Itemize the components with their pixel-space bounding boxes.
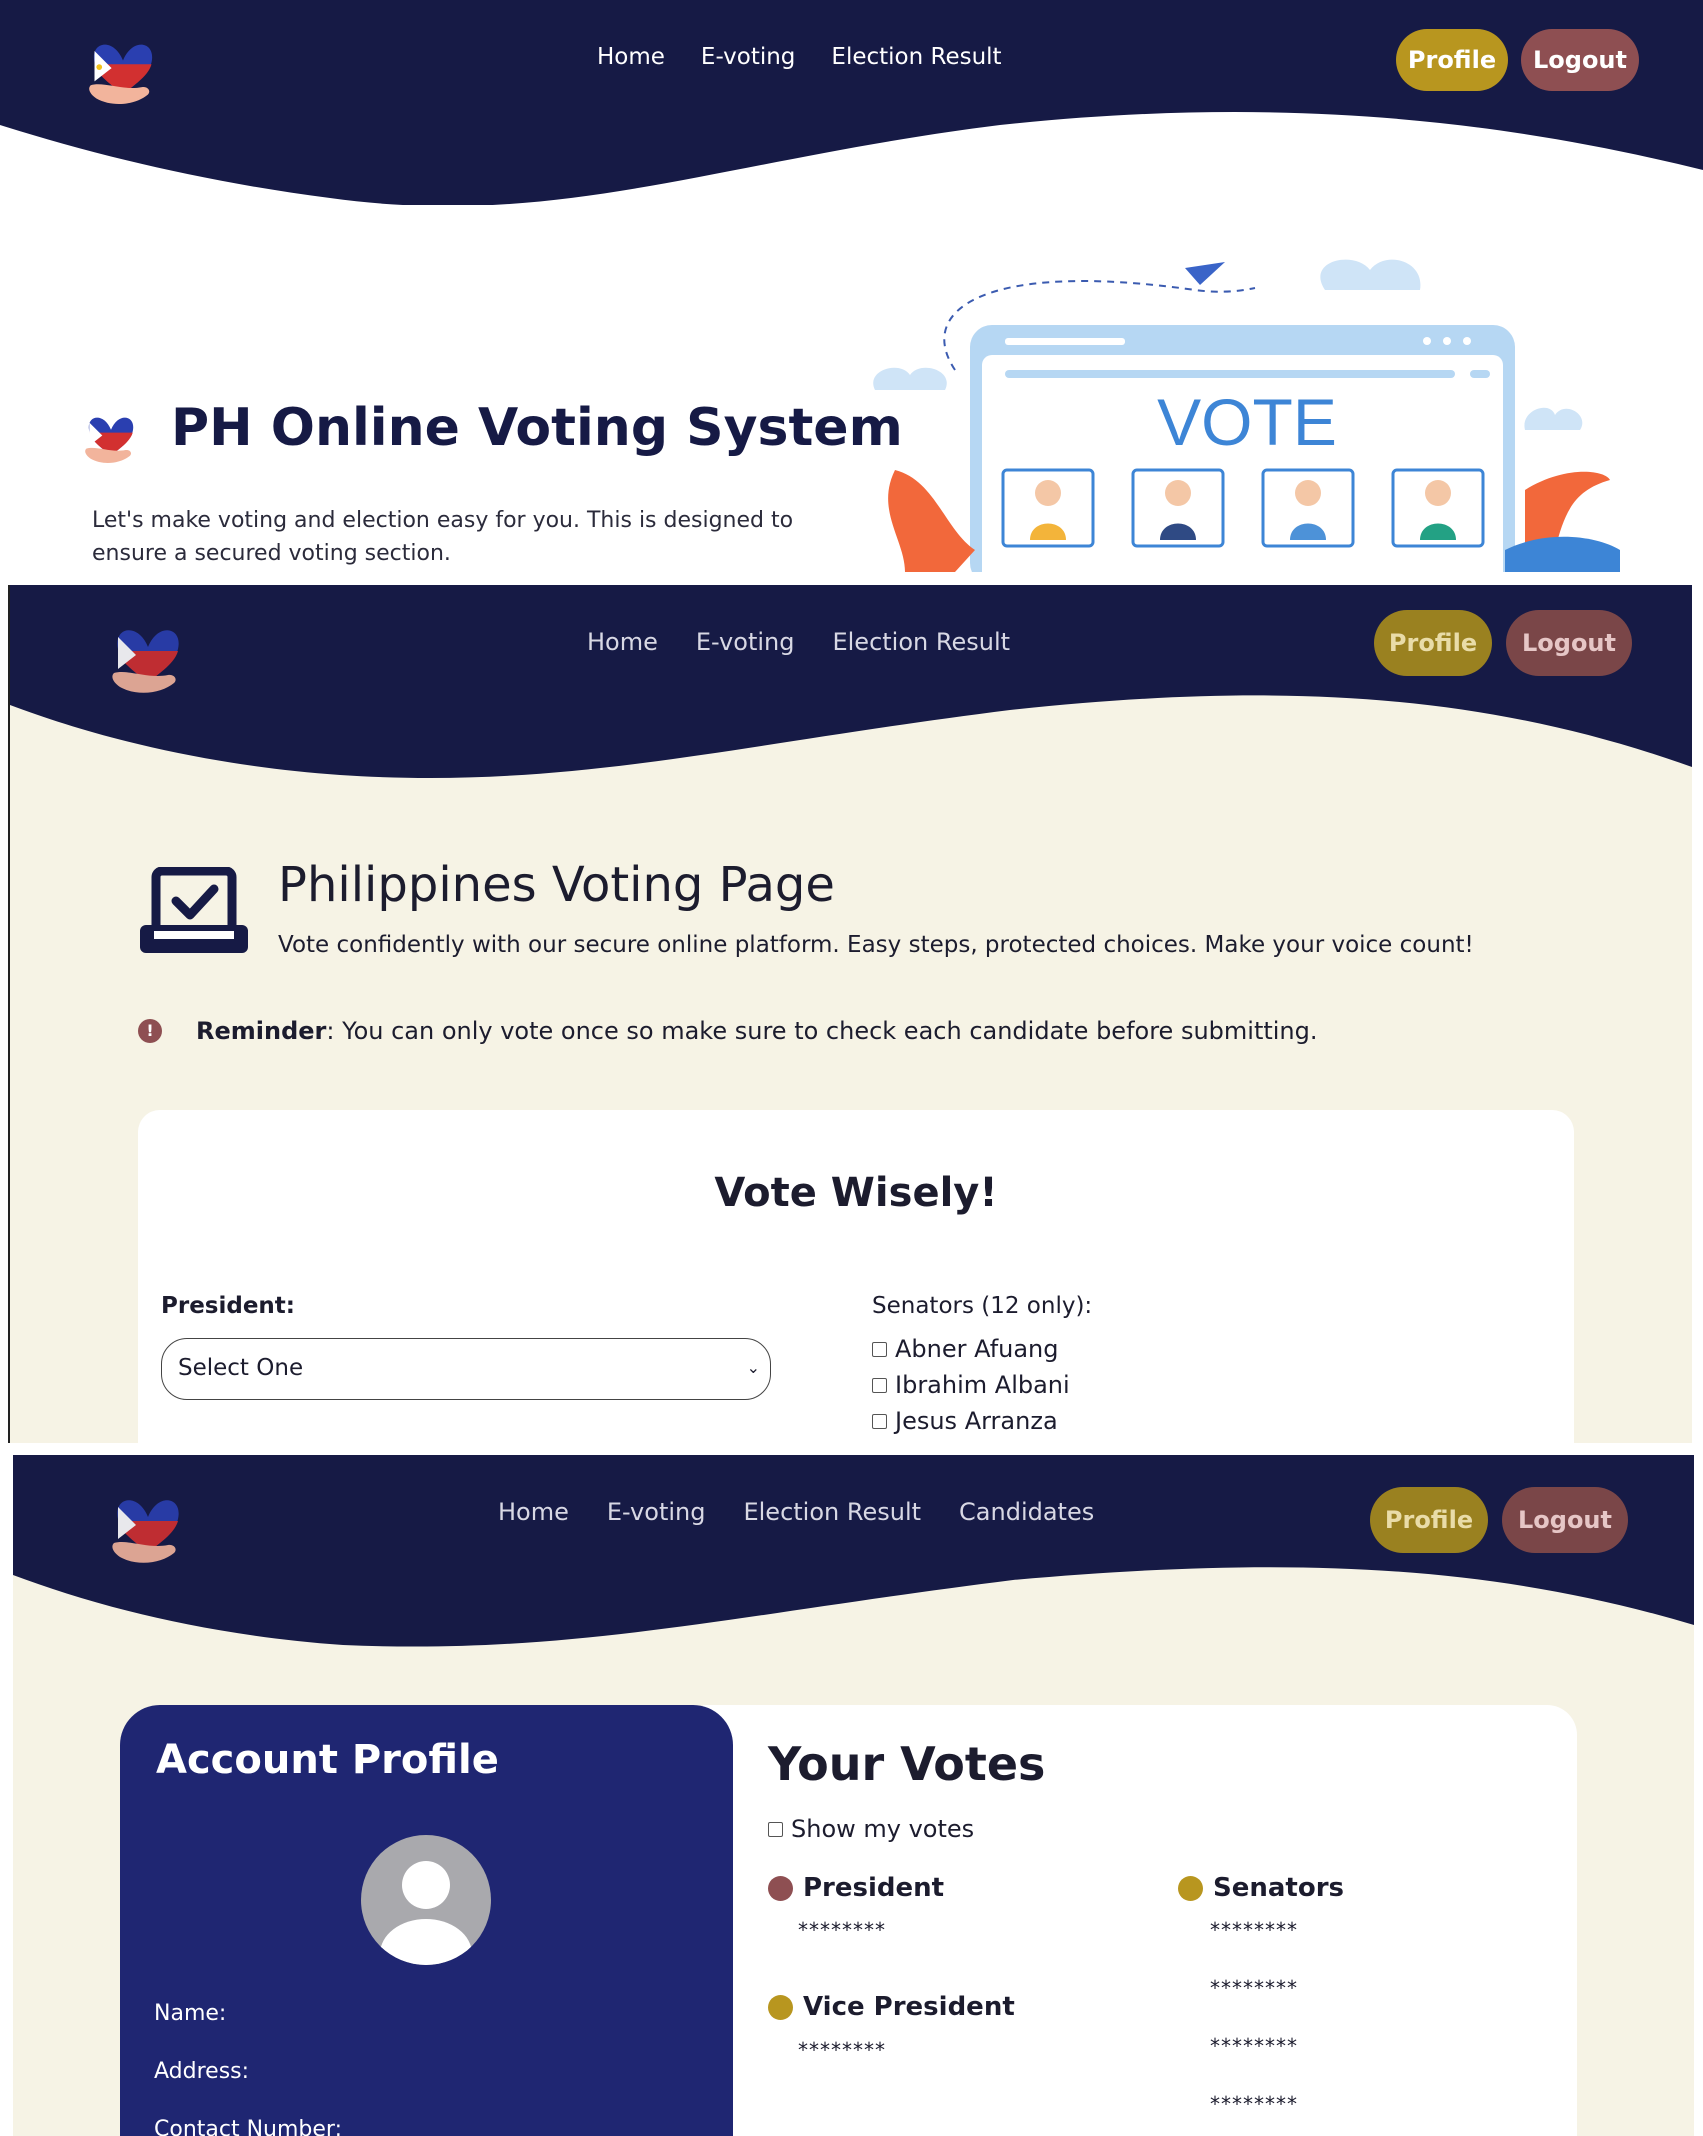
- status-dot: [1178, 1875, 1203, 1901]
- card-title: Vote Wisely!: [714, 1170, 998, 1216]
- nav-candidates[interactable]: Candidates: [959, 1498, 1094, 1526]
- account-title: Account Profile: [156, 1737, 499, 1783]
- screen-voting: Home E-voting Election Result Profile Lo…: [8, 585, 1692, 1443]
- logo-icon[interactable]: [85, 30, 161, 110]
- logo-icon[interactable]: [108, 1485, 188, 1569]
- page-subtitle: Vote confidently with our secure online …: [278, 932, 1474, 958]
- senators-label: Senators (12 only):: [872, 1293, 1093, 1319]
- vote-illustration: VOTE: [873, 259, 1620, 572]
- cloud-icon: [873, 367, 947, 390]
- nav-home[interactable]: Home: [587, 628, 658, 656]
- logout-button[interactable]: Logout: [1506, 610, 1632, 676]
- vote-text: VOTE: [1157, 385, 1337, 459]
- nav-e-voting[interactable]: E-voting: [607, 1498, 706, 1526]
- screen-profile: Home E-voting Election Result Candidates…: [13, 1455, 1694, 2136]
- main-nav: Home E-voting Election Result Candidates: [498, 1498, 1094, 1526]
- hero-description: Let's make voting and election easy for …: [92, 508, 794, 566]
- president-label: President: [803, 1873, 945, 1903]
- plant-icon: [888, 470, 975, 572]
- president-select-value: Select One: [178, 1355, 304, 1381]
- senator-name: Ibrahim Albani: [895, 1371, 1070, 1399]
- president-select[interactable]: Select One ⌄: [161, 1338, 771, 1400]
- nav-election-result[interactable]: Election Result: [743, 1498, 921, 1526]
- nav-election-result[interactable]: Election Result: [831, 44, 1001, 70]
- reminder-label: Reminder: [196, 1017, 327, 1045]
- account-profile-card: Account Profile Name: Address: Contact N…: [120, 1705, 733, 2136]
- president-heading: President: [768, 1873, 944, 1903]
- vice-president-heading: Vice President: [768, 1992, 1015, 2022]
- screen-home: Home E-voting Election Result Profile Lo…: [0, 0, 1703, 572]
- main-nav: Home E-voting Election Result: [587, 628, 1010, 656]
- status-dot: [768, 1875, 793, 1901]
- avatar-icon: [361, 1835, 491, 1965]
- show-votes-toggle[interactable]: Show my votes: [768, 1815, 974, 1843]
- profile-button[interactable]: Profile: [1370, 1487, 1488, 1553]
- logo-icon[interactable]: [108, 615, 188, 699]
- header-wave: [13, 1455, 1694, 1647]
- vote-card: Vote Wisely! President: Select One ⌄ Sen…: [138, 1110, 1574, 1443]
- contact-number-label: Contact Number:: [154, 2117, 342, 2136]
- senators-label: Senators: [1213, 1873, 1345, 1903]
- nav-home[interactable]: Home: [498, 1498, 569, 1526]
- logout-button[interactable]: Logout: [1521, 29, 1639, 91]
- profile-button[interactable]: Profile: [1396, 29, 1508, 91]
- senator-name: Jesus Arranza: [895, 1407, 1058, 1435]
- checkbox[interactable]: [768, 1821, 783, 1837]
- reminder-message: : You can only vote once so make sure to…: [326, 1017, 1318, 1045]
- nav-home[interactable]: Home: [597, 44, 665, 70]
- checkbox[interactable]: [872, 1413, 887, 1429]
- masked-vote: ********: [1210, 1918, 1298, 1942]
- title-logo-icon: [82, 406, 140, 468]
- senator-option[interactable]: Jesus Arranza: [872, 1407, 1058, 1435]
- senator-option[interactable]: Abner Afuang: [872, 1335, 1059, 1363]
- paper-plane-icon: [1185, 262, 1225, 285]
- president-label: President:: [161, 1293, 296, 1319]
- masked-vote: ********: [1210, 2034, 1298, 2058]
- status-dot: [768, 1994, 793, 2020]
- nav-election-result[interactable]: Election Result: [832, 628, 1010, 656]
- checkbox[interactable]: [872, 1377, 887, 1393]
- chevron-down-icon: ⌄: [746, 1358, 760, 1377]
- masked-vote: ********: [798, 1918, 886, 1942]
- your-votes-card: Your Votes Show my votes President *****…: [703, 1705, 1577, 2136]
- cloud-icon: [1320, 259, 1421, 290]
- logout-button[interactable]: Logout: [1502, 1487, 1628, 1553]
- checkbox[interactable]: [872, 1341, 887, 1357]
- nav-e-voting[interactable]: E-voting: [696, 628, 795, 656]
- senators-heading: Senators: [1178, 1873, 1344, 1903]
- reminder-text: Reminder: You can only vote once so make…: [196, 1017, 1318, 1045]
- ballot-box-icon: [138, 866, 250, 957]
- profile-button[interactable]: Profile: [1374, 610, 1492, 676]
- vice-president-label: Vice President: [803, 1992, 1015, 2022]
- main-nav: Home E-voting Election Result: [597, 44, 1002, 70]
- votes-title: Your Votes: [768, 1737, 1046, 1791]
- masked-vote: ********: [1210, 2092, 1298, 2116]
- warning-icon: !: [138, 1019, 162, 1043]
- senator-name: Abner Afuang: [895, 1335, 1059, 1363]
- masked-vote: ********: [1210, 1976, 1298, 2000]
- cloud-icon: [1524, 407, 1583, 430]
- page-title: Philippines Voting Page: [278, 857, 835, 913]
- show-votes-label: Show my votes: [791, 1815, 975, 1843]
- nav-e-voting[interactable]: E-voting: [701, 44, 795, 70]
- name-label: Name:: [154, 2001, 227, 2026]
- address-label: Address:: [154, 2059, 250, 2084]
- senator-option[interactable]: Ibrahim Albani: [872, 1371, 1070, 1399]
- hero-title: PH Online Voting System: [171, 398, 903, 458]
- masked-vote: ********: [798, 2038, 886, 2062]
